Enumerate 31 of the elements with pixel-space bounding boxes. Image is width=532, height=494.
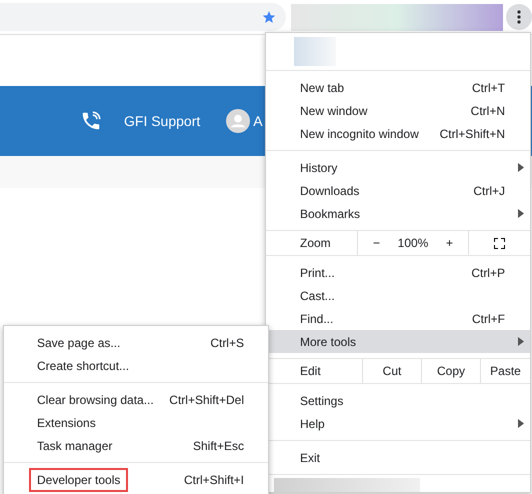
menu-item[interactable]: New window Ctrl+N — [266, 99, 530, 122]
user-name[interactable]: A — [253, 110, 263, 132]
menu-item[interactable]: Developer tools — [29, 468, 128, 492]
menu-item[interactable]: Save page as... — [37, 334, 120, 352]
menu-item[interactable]: Clear browsing data... — [37, 390, 154, 408]
menu-item[interactable]: New incognito window Ctrl+Shift+N — [266, 122, 530, 145]
shortcut-label: Ctrl+Shift+I — [184, 472, 244, 488]
menu-item[interactable]: Downloads Ctrl+J — [266, 179, 530, 202]
shortcut-label: Ctrl+S — [210, 334, 244, 352]
shortcut-label: Ctrl+Shift+Del — [169, 392, 244, 408]
edit-action-button[interactable]: Copy — [422, 359, 481, 383]
menu-item[interactable]: Settings — [266, 389, 530, 412]
zoom-in-button[interactable]: + — [444, 234, 454, 252]
shortcut-label: Shift+Esc — [192, 438, 244, 454]
menu-item[interactable]: Task manager — [37, 436, 112, 454]
support-link[interactable]: GFI Support — [124, 110, 200, 132]
edit-action-button[interactable]: Cut — [363, 359, 422, 383]
menu-item[interactable]: Extensions — [37, 414, 96, 432]
menu-item[interactable]: Exit — [266, 446, 530, 469]
menu-item[interactable]: Help — [266, 412, 530, 435]
menu-item[interactable]: Print... Ctrl+P — [266, 261, 530, 284]
menu-item[interactable]: Bookmarks — [266, 202, 530, 225]
menu-item[interactable]: Find... Ctrl+F — [266, 307, 530, 330]
menu-item[interactable]: Create shortcut... — [37, 356, 130, 374]
edit-action-button[interactable]: Paste — [481, 359, 530, 383]
menu-item[interactable]: More tools — [266, 330, 530, 353]
zoom-level: 100% — [398, 235, 428, 252]
menu-item[interactable]: Cast... — [266, 284, 530, 307]
zoom-out-button[interactable]: − — [372, 234, 382, 252]
menu-item[interactable]: New tab Ctrl+T — [266, 76, 530, 99]
menu-label: Zoom — [266, 231, 358, 255]
